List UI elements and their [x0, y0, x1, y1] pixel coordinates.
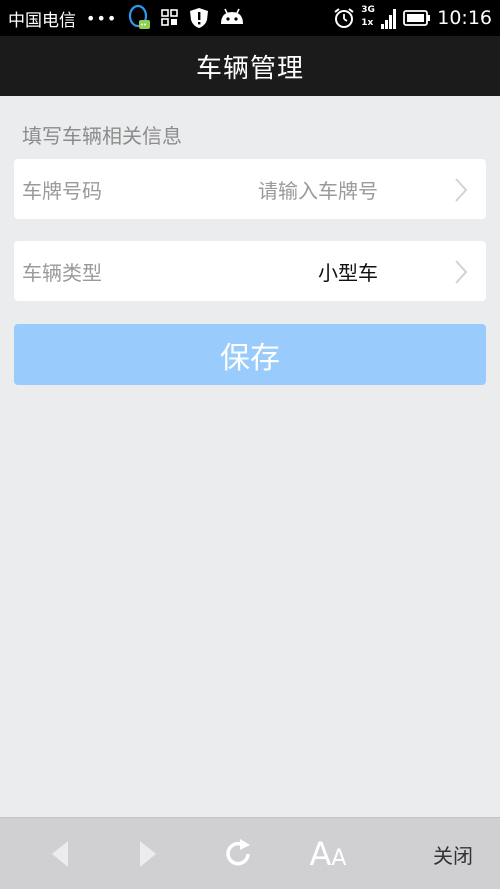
carrier-name: 中国电信	[8, 10, 76, 31]
status-right: 3G 1x 10:16	[333, 5, 492, 31]
android-icon	[219, 8, 245, 28]
vehicle-type-value[interactable]: 小型车	[318, 257, 378, 286]
save-button[interactable]: 保存	[14, 324, 486, 385]
forward-button[interactable]	[128, 818, 168, 889]
section-label: 填写车辆相关信息	[22, 124, 182, 148]
browser-toolbar: AA 关闭	[0, 817, 500, 889]
forward-arrow-icon	[140, 841, 156, 867]
plate-number-label: 车牌号码	[22, 178, 102, 203]
network-subtype: 1x	[361, 18, 374, 28]
status-bar: 中国电信 ••• 3G 1x 10:16	[0, 0, 500, 36]
font-size-button[interactable]: AA	[300, 818, 356, 889]
refresh-button[interactable]	[216, 818, 260, 889]
network-type: 3G	[361, 5, 375, 15]
vehicle-type-row[interactable]: 车辆类型 小型车	[14, 241, 486, 301]
font-size-label: AA	[309, 835, 347, 873]
qq-icon	[127, 4, 151, 32]
status-left: 中国电信 •••	[8, 4, 333, 32]
plate-number-input[interactable]: 请输入车牌号	[258, 175, 378, 204]
title-bar: 车辆管理	[0, 36, 500, 96]
vehicle-type-label: 车辆类型	[22, 260, 102, 285]
close-button[interactable]: 关闭	[428, 818, 478, 889]
alarm-icon	[333, 7, 355, 29]
chevron-right-icon	[454, 259, 468, 289]
clock: 10:16	[437, 7, 492, 29]
plate-number-row[interactable]: 车牌号码 请输入车牌号	[14, 159, 486, 219]
signal-icon: 3G 1x	[361, 5, 397, 31]
back-arrow-icon	[52, 841, 68, 867]
battery-icon	[403, 10, 431, 26]
chevron-right-icon	[454, 177, 468, 207]
shield-icon	[189, 7, 209, 29]
apps-grid-icon	[161, 9, 179, 27]
notification-dots: •••	[86, 8, 118, 28]
font-size-label-small: A	[331, 846, 347, 871]
back-button[interactable]	[40, 818, 80, 889]
page-title: 车辆管理	[195, 53, 304, 84]
refresh-icon	[226, 839, 250, 866]
close-label: 关闭	[433, 843, 473, 868]
